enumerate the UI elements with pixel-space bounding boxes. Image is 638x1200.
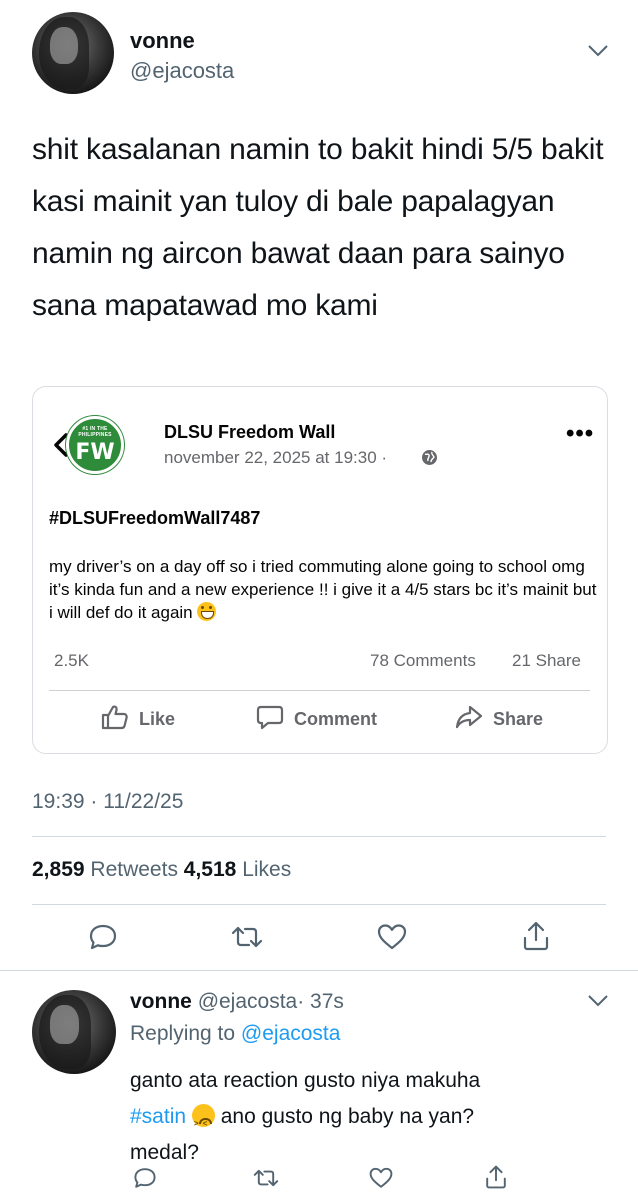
share-arrow-icon bbox=[455, 704, 483, 735]
replying-to-handle[interactable]: @ejacosta bbox=[241, 1022, 341, 1045]
globe-icon bbox=[421, 449, 438, 471]
divider bbox=[32, 836, 606, 837]
reply-time: · 37s bbox=[297, 990, 344, 1013]
author-avatar[interactable] bbox=[32, 12, 114, 94]
reply-hashtag[interactable]: #satin bbox=[130, 1105, 186, 1128]
divider bbox=[32, 904, 606, 905]
author-handle[interactable]: @ejacosta bbox=[130, 58, 234, 84]
reply-text: ganto ata reaction gusto niya makuha #sa… bbox=[130, 1063, 580, 1171]
likes-count[interactable]: 4,518 bbox=[184, 858, 237, 881]
reaction-count[interactable]: 2.5K bbox=[54, 651, 89, 671]
heart-icon[interactable] bbox=[377, 922, 407, 952]
page-name[interactable]: DLSU Freedom Wall bbox=[164, 422, 335, 443]
reply-author-handle[interactable]: @ejacosta bbox=[198, 990, 298, 1013]
reply-author-name[interactable]: vonne bbox=[130, 990, 192, 1013]
share-button[interactable]: Share bbox=[455, 704, 543, 735]
post-hashtag[interactable]: #DLSUFreedomWall7487 bbox=[49, 508, 260, 529]
comment-button[interactable]: Comment bbox=[256, 704, 377, 735]
replying-to: Replying to @ejacosta bbox=[130, 1022, 341, 1045]
post-body: my driver’s on a day off so i tried comm… bbox=[49, 557, 597, 622]
reply-chevron-down-icon[interactable] bbox=[587, 994, 609, 1008]
reply-icon[interactable] bbox=[88, 922, 118, 952]
freedom-wall-logo: #1 IN THE PHILIPPINES FW bbox=[66, 416, 124, 474]
retweets-label[interactable]: Retweets bbox=[90, 858, 178, 881]
card-divider bbox=[49, 690, 590, 691]
thumbs-up-icon bbox=[101, 704, 129, 735]
chevron-down-icon[interactable] bbox=[587, 44, 609, 58]
more-options-icon[interactable]: ••• bbox=[566, 420, 594, 448]
reply-heart-icon[interactable] bbox=[369, 1166, 393, 1190]
engagement-counts: 2,859 Retweets 4,518 Likes bbox=[32, 858, 291, 882]
tweet-text: shit kasalanan namin to bakit hindi 5/5 … bbox=[32, 133, 604, 322]
retweet-icon[interactable] bbox=[230, 922, 264, 952]
reply-reply-icon[interactable] bbox=[133, 1166, 157, 1190]
likes-label[interactable]: Likes bbox=[242, 858, 291, 881]
reply-header: vonne @ejacosta· 37s bbox=[130, 990, 344, 1014]
retweets-count[interactable]: 2,859 bbox=[32, 858, 85, 881]
tired-face-emoji-icon bbox=[191, 1104, 215, 1142]
share-icon[interactable] bbox=[521, 920, 551, 952]
comment-bubble-icon bbox=[256, 704, 284, 735]
reply-retweet-icon[interactable] bbox=[252, 1166, 280, 1190]
comment-count[interactable]: 78 Comments bbox=[370, 651, 476, 671]
like-button[interactable]: Like bbox=[101, 704, 175, 735]
grinning-emoji-icon bbox=[197, 602, 217, 621]
author-name[interactable]: vonne bbox=[130, 28, 195, 54]
tweet-timestamp[interactable]: 19:39 · 11/22/25 bbox=[32, 790, 183, 814]
reply-share-icon[interactable] bbox=[484, 1164, 508, 1190]
share-count[interactable]: 21 Share bbox=[512, 651, 581, 671]
reply-author-avatar[interactable] bbox=[32, 990, 116, 1074]
section-divider bbox=[0, 970, 638, 971]
post-meta: november 22, 2025 at 19:30 · bbox=[164, 448, 388, 467]
